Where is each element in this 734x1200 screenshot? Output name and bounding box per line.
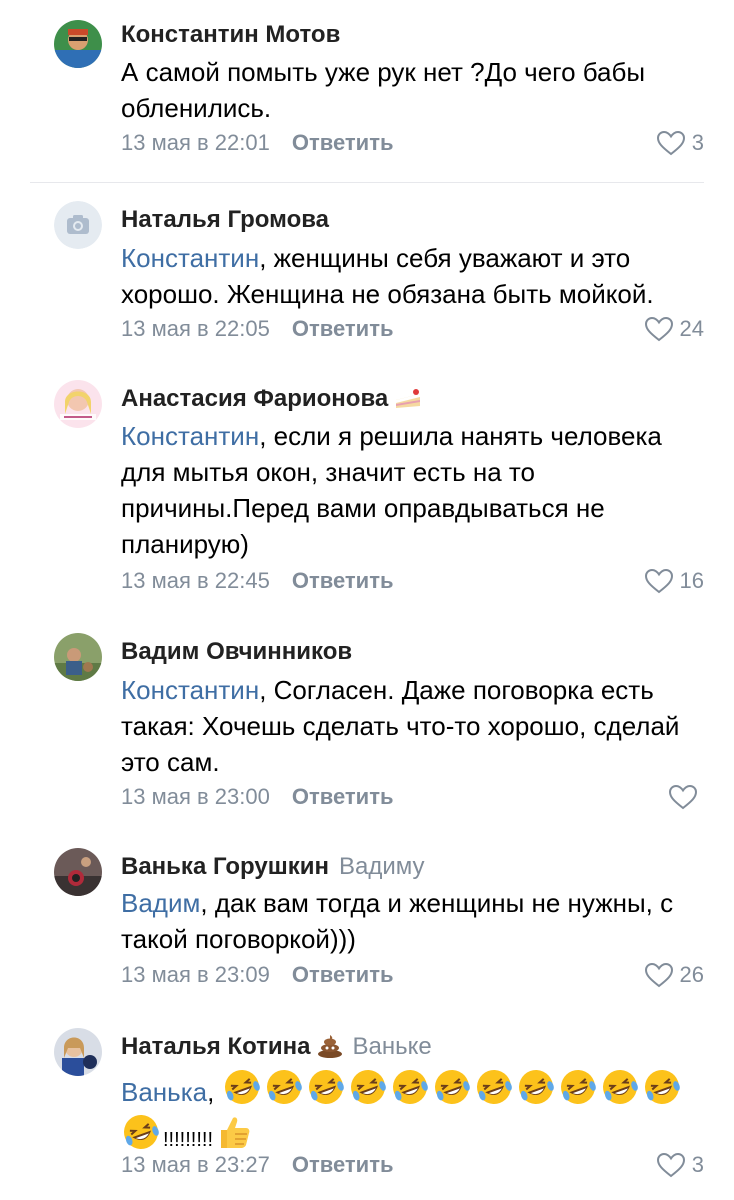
comment-text: Константин, если я решила нанять человек… [121, 418, 711, 562]
comment-meta: 13 мая в 23:27 Ответить [121, 1150, 394, 1180]
comment-text: Константин, женщины себя уважают и это х… [121, 240, 711, 312]
comment-time[interactable]: 13 мая в 22:05 [121, 316, 270, 341]
reply-button[interactable]: Ответить [292, 962, 394, 987]
comment-body: , [207, 1077, 215, 1107]
mention-link[interactable]: Константин [121, 243, 259, 273]
author-name[interactable]: Наталья Громова [121, 206, 329, 233]
author-line: Вадим Овчинников [121, 637, 352, 667]
like-button[interactable]: 3 [656, 128, 704, 158]
reply-button[interactable]: Ответить [292, 568, 394, 593]
rolling-on-floor-laughing-emoji [642, 1067, 682, 1107]
like-button[interactable]: 3 [656, 1150, 704, 1180]
avatar[interactable] [54, 1028, 102, 1076]
like-count: 26 [679, 962, 704, 987]
mention-link[interactable]: Константин [121, 421, 259, 451]
pile-of-poo-emoji [317, 1034, 343, 1066]
comment-text: Ванька, !!!!!!!!! [121, 1067, 711, 1160]
rolling-on-floor-laughing-emoji [306, 1067, 346, 1107]
rolling-on-floor-laughing-emoji [264, 1067, 304, 1107]
avatar[interactable] [54, 20, 102, 68]
author-line: Анастасия Фарионова [121, 384, 422, 414]
like-count: 3 [691, 1152, 704, 1177]
like-button[interactable]: 16 [644, 566, 704, 596]
author-line: Наталья Котина Ваньке [121, 1032, 432, 1062]
author-line: Ванька Горушкин Вадиму [121, 852, 425, 882]
author-line: Наталья Громова [121, 205, 329, 235]
mention-link[interactable]: Ванька [121, 1077, 207, 1107]
mention-link[interactable]: Константин [121, 675, 259, 705]
author-name[interactable]: Наталья Котина [121, 1033, 311, 1060]
like-button[interactable] [668, 782, 704, 812]
comment: Наталья Громова Константин, женщины себя… [0, 183, 734, 360]
comment-text: А самой помыть уже рук нет ?До чего бабы… [121, 54, 711, 126]
reply-button[interactable]: Ответить [292, 784, 394, 809]
comment-time[interactable]: 13 мая в 22:01 [121, 130, 270, 155]
heart-outline-icon [644, 568, 674, 594]
like-button[interactable]: 24 [644, 314, 704, 344]
rolling-on-floor-laughing-emoji [600, 1067, 640, 1107]
reply-button[interactable]: Ответить [292, 316, 394, 341]
reply-button[interactable]: Ответить [292, 130, 394, 155]
comment: Ванька Горушкин Вадиму Вадим, дак вам тог… [0, 830, 734, 1010]
like-count: 24 [679, 316, 704, 341]
comment: Константин Мотов А самой помыть уже рук … [0, 0, 734, 182]
comment-meta: 13 мая в 22:05 Ответить [121, 314, 394, 344]
avatar[interactable] [54, 380, 102, 428]
like-count: 3 [691, 130, 704, 155]
author-name[interactable]: Ванька Горушкин [121, 853, 329, 880]
comment: Наталья Котина Ваньке Ванька, !!!!!!!!! 1… [0, 1010, 734, 1200]
like-count: 16 [679, 568, 704, 593]
comment-time[interactable]: 13 мая в 23:00 [121, 784, 270, 809]
comment-meta: 13 мая в 22:45 Ответить [121, 566, 394, 596]
mention-link[interactable]: Вадим [121, 888, 200, 918]
author-name[interactable]: Константин Мотов [121, 21, 340, 48]
heart-outline-icon [656, 1152, 686, 1178]
rolling-on-floor-laughing-emoji [390, 1067, 430, 1107]
rolling-on-floor-laughing-emoji [474, 1067, 514, 1107]
reply-to-link[interactable]: Вадиму [339, 853, 425, 880]
exclamation-text: !!!!!!!!! [163, 1129, 214, 1151]
comment-body: А самой помыть уже рук нет ?До чего бабы… [121, 57, 646, 123]
avatar[interactable] [54, 201, 102, 249]
comment-body: , дак вам тогда и женщины не нужны, с та… [121, 888, 674, 954]
author-name[interactable]: Вадим Овчинников [121, 638, 352, 665]
comment-meta: 13 мая в 23:09 Ответить [121, 960, 394, 990]
like-button[interactable]: 26 [644, 960, 704, 990]
rolling-on-floor-laughing-emoji [516, 1067, 556, 1107]
comment-meta: 13 мая в 22:01 Ответить [121, 128, 394, 158]
rolling-on-floor-laughing-emoji [558, 1067, 598, 1107]
rolling-on-floor-laughing-emoji [348, 1067, 388, 1107]
reply-to-link[interactable]: Ваньке [353, 1033, 432, 1060]
rolling-on-floor-laughing-emoji [432, 1067, 472, 1107]
heart-outline-icon [656, 130, 686, 156]
comment: Анастасия Фарионова Константин, если я р… [0, 360, 734, 615]
comment-time[interactable]: 13 мая в 22:45 [121, 568, 270, 593]
comment-text: Вадим, дак вам тогда и женщины не нужны,… [121, 885, 711, 957]
cake-emoji [394, 388, 422, 418]
author-line: Константин Мотов [121, 20, 340, 50]
comment-time[interactable]: 13 мая в 23:09 [121, 962, 270, 987]
comment-time[interactable]: 13 мая в 23:27 [121, 1152, 270, 1177]
comment: Вадим Овчинников Константин, Согласен. Д… [0, 615, 734, 830]
heart-outline-icon [644, 962, 674, 988]
heart-outline-icon [668, 784, 698, 810]
comment-text: Константин, Согласен. Даже поговорка ест… [121, 672, 711, 780]
comment-meta: 13 мая в 23:00 Ответить [121, 782, 394, 812]
heart-outline-icon [644, 316, 674, 342]
avatar[interactable] [54, 848, 102, 896]
avatar[interactable] [54, 633, 102, 681]
author-name[interactable]: Анастасия Фарионова [121, 385, 388, 412]
thumbs-up-emoji [213, 1112, 253, 1152]
reply-button[interactable]: Ответить [292, 1152, 394, 1177]
rolling-on-floor-laughing-emoji [222, 1067, 262, 1107]
rolling-on-floor-laughing-emoji [121, 1112, 161, 1152]
